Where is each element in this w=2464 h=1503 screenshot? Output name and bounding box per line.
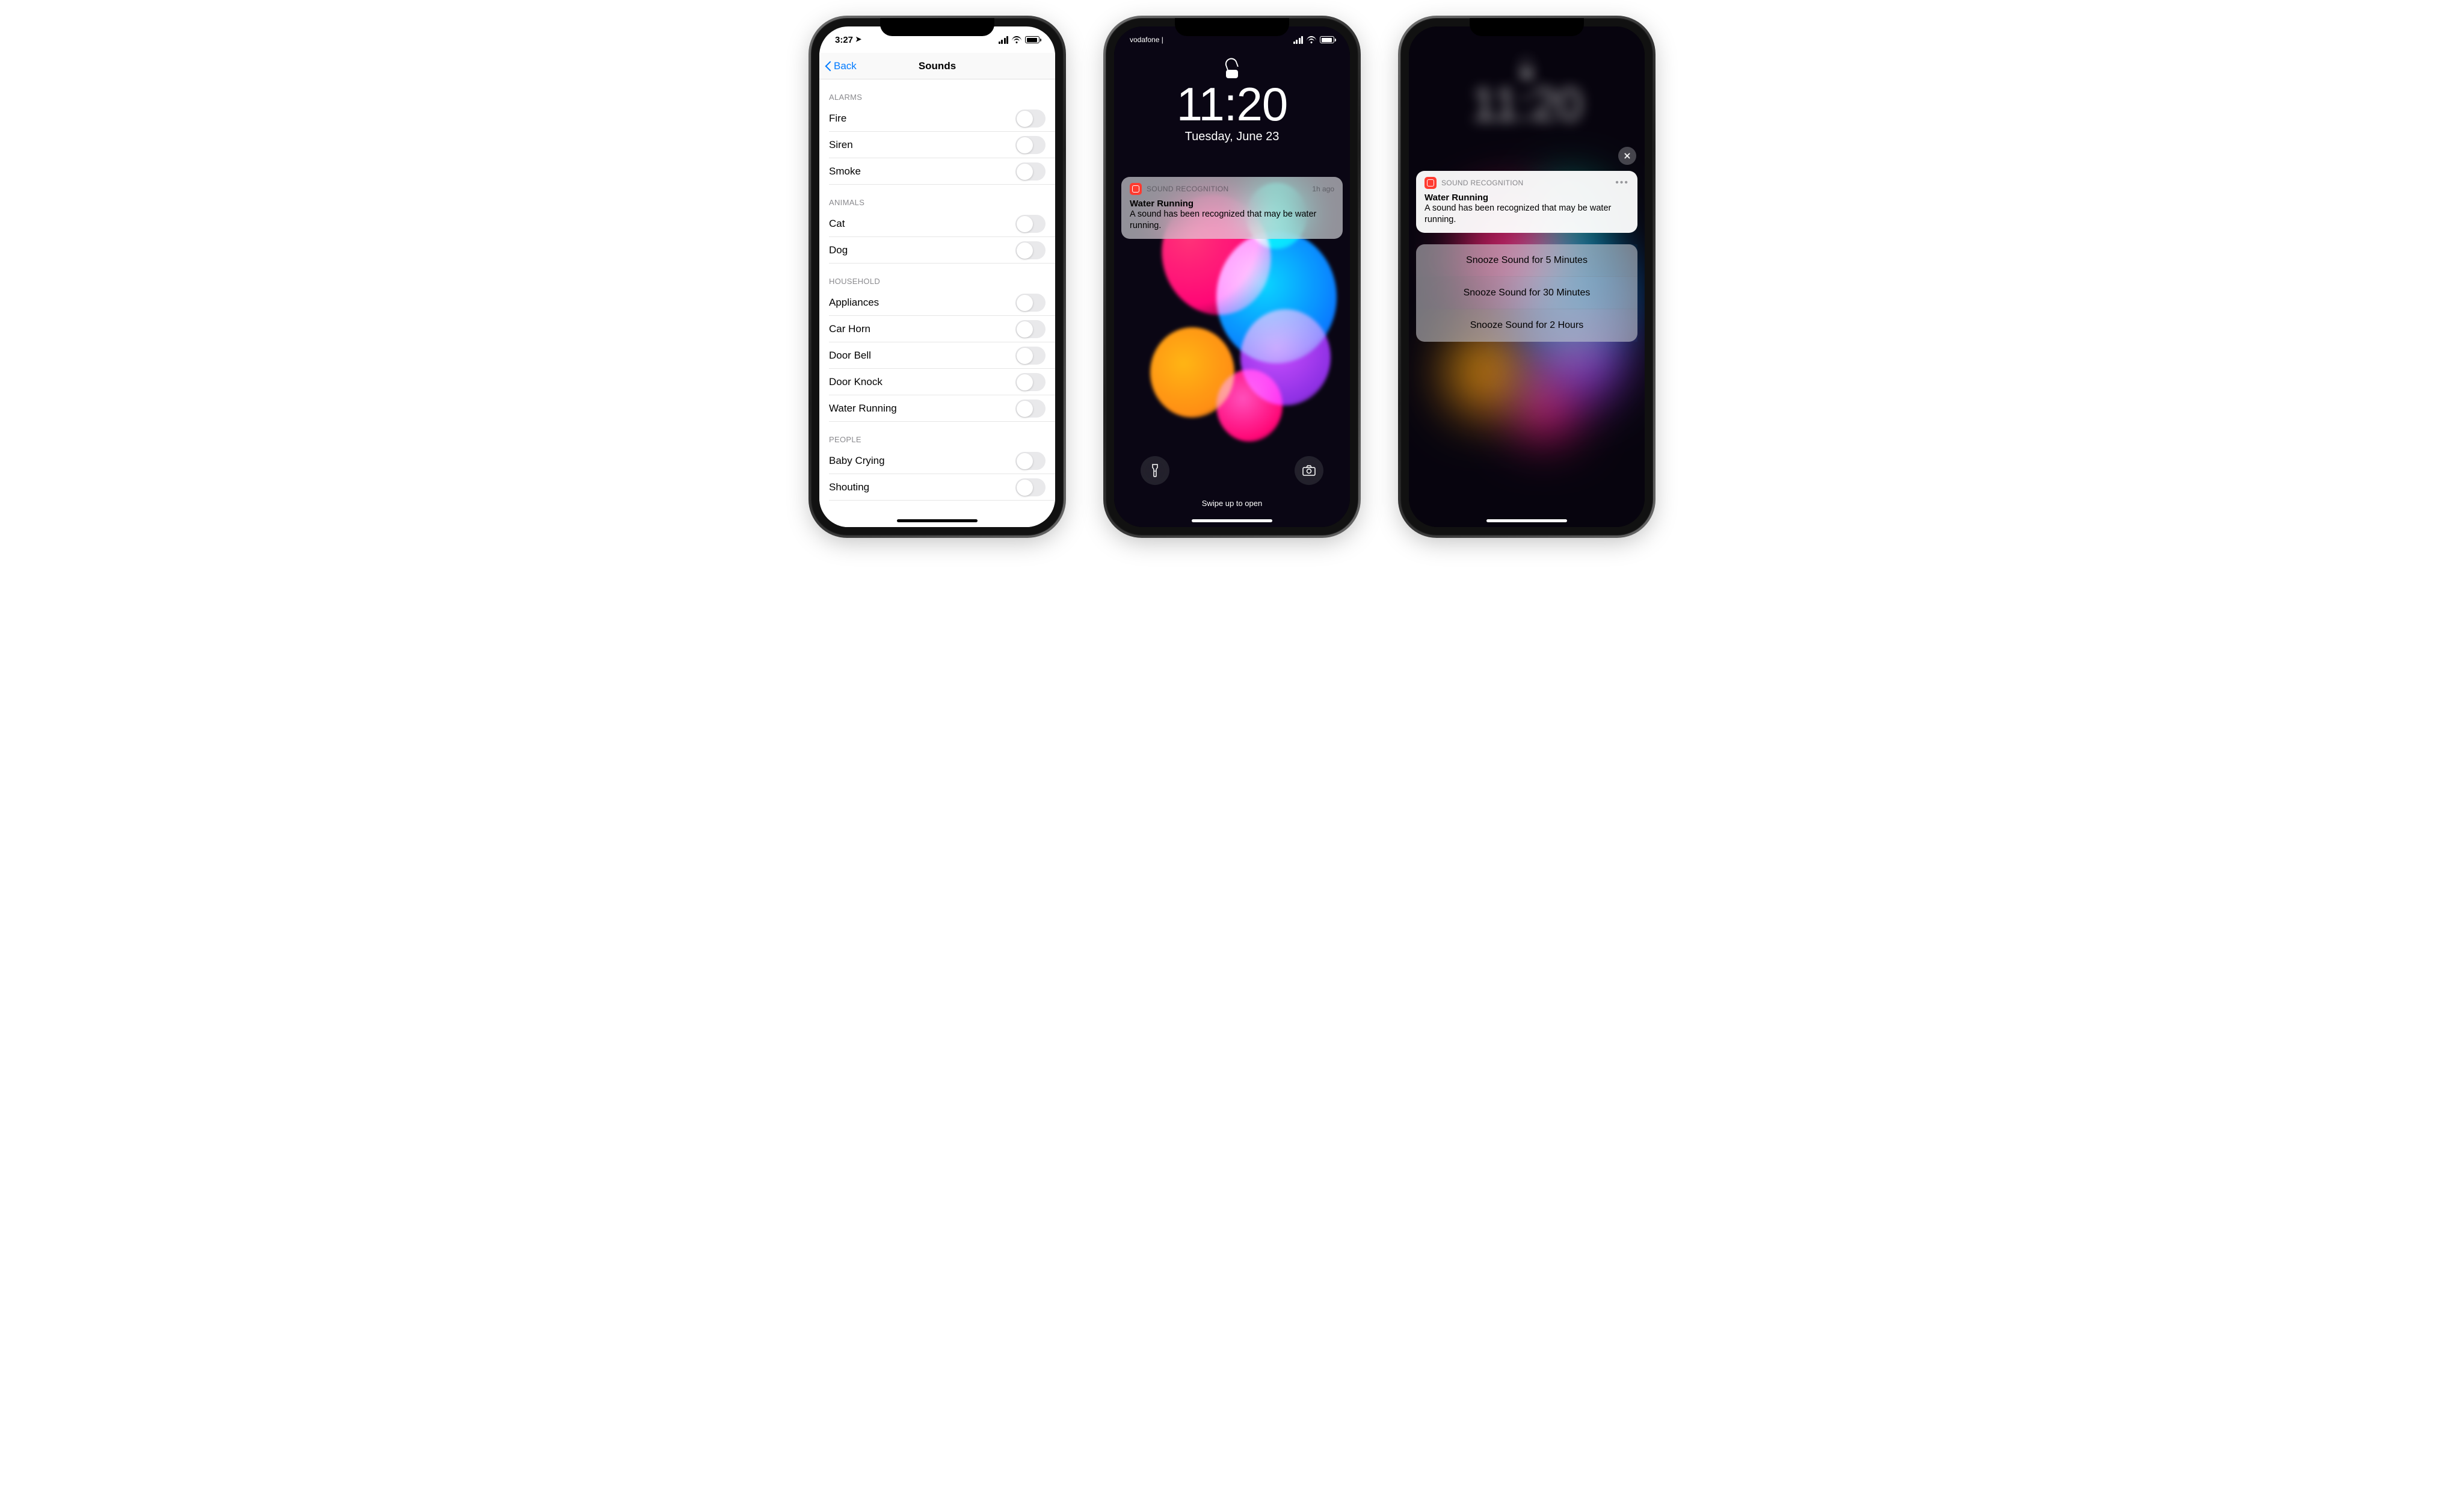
toggle-siren[interactable] [1015,136,1046,154]
action-label: Snooze Sound for 2 Hours [1470,320,1584,331]
notification-time: 1h ago [1312,185,1334,193]
row-label: Baby Crying [829,455,885,467]
row-label: Appliances [829,297,879,309]
cellular-icon [1293,36,1304,44]
toggle-water-running[interactable] [1015,400,1046,418]
notification-expanded[interactable]: SOUND RECOGNITION ••• Water Running A so… [1416,171,1637,233]
row-label: Shouting [829,481,869,493]
row-appliances[interactable]: Appliances [819,289,1055,316]
toggle-baby-crying[interactable] [1015,452,1046,470]
battery-icon [1025,36,1040,43]
notification-app-icon [1424,177,1437,189]
row-label: Car Horn [829,323,870,335]
location-icon: ➤ [855,35,861,43]
notification-body: A sound has been recognized that may be … [1424,203,1629,226]
notification[interactable]: SOUND RECOGNITION 1h ago Water Running A… [1121,177,1343,239]
notification-app-icon [1130,183,1142,195]
snooze-5-min-button[interactable]: Snooze Sound for 5 Minutes [1416,244,1637,277]
toggle-appliances[interactable] [1015,294,1046,312]
phone-frame-notification-expanded: 11:20 SOUND RECOGNITION ••• Water Runnin… [1400,18,1653,535]
notification-app-name: SOUND RECOGNITION [1441,179,1610,187]
toggle-car-horn[interactable] [1015,320,1046,338]
carrier-label: vodafone | [1130,35,1163,44]
section-header-people: PEOPLE [819,422,1055,448]
back-label: Back [834,60,857,72]
clock: 11:20 [1114,81,1350,128]
toggle-cat[interactable] [1015,215,1046,233]
flashlight-button[interactable] [1141,456,1169,485]
row-shouting[interactable]: Shouting [819,474,1055,501]
lock-header: 11:20 Tuesday, June 23 [1114,63,1350,144]
battery-icon [1320,36,1334,43]
toggle-dog[interactable] [1015,241,1046,259]
toggle-shouting[interactable] [1015,478,1046,496]
notification-title: Water Running [1130,199,1334,209]
section-header-household: HOUSEHOLD [819,264,1055,289]
wifi-icon [1012,36,1021,43]
section-header-animals: ANIMALS [819,185,1055,211]
more-icon[interactable]: ••• [1615,177,1629,188]
row-fire[interactable]: Fire [819,105,1055,132]
row-baby-crying[interactable]: Baby Crying [819,448,1055,474]
screen-lockscreen: vodafone | 11:20 Tuesday, June 23 SOUND … [1114,26,1350,527]
nav-bar: Back Sounds [819,53,1055,79]
home-indicator[interactable] [1192,519,1272,522]
screen-notification-expanded: 11:20 SOUND RECOGNITION ••• Water Runnin… [1409,26,1645,527]
screen-settings: 3:27 ➤ Back Sounds ALARMS Fire Siren Smo… [819,26,1055,527]
wifi-icon [1307,36,1316,43]
row-siren[interactable]: Siren [819,132,1055,158]
sounds-list[interactable]: ALARMS Fire Siren Smoke ANIMALS Cat Dog … [819,79,1055,527]
notification-body: A sound has been recognized that may be … [1130,209,1334,232]
notch [1470,18,1584,36]
row-dog[interactable]: Dog [819,237,1055,264]
notification-actions: Snooze Sound for 5 Minutes Snooze Sound … [1416,244,1637,342]
chevron-left-icon [825,60,833,72]
snooze-30-min-button[interactable]: Snooze Sound for 30 Minutes [1416,277,1637,309]
notification-title: Water Running [1424,193,1629,203]
row-label: Fire [829,113,846,125]
row-label: Cat [829,218,845,230]
notch [880,18,994,36]
row-door-knock[interactable]: Door Knock [819,369,1055,395]
home-indicator[interactable] [897,519,978,522]
back-button[interactable]: Back [825,60,857,72]
toggle-door-bell[interactable] [1015,347,1046,365]
row-label: Smoke [829,165,861,177]
row-door-bell[interactable]: Door Bell [819,342,1055,369]
action-label: Snooze Sound for 30 Minutes [1464,288,1591,298]
camera-button[interactable] [1295,456,1323,485]
row-label: Door Knock [829,376,882,388]
snooze-2-hours-button[interactable]: Snooze Sound for 2 Hours [1416,309,1637,342]
row-cat[interactable]: Cat [819,211,1055,237]
row-label: Water Running [829,403,897,415]
row-label: Door Bell [829,350,871,362]
phone-frame-lockscreen: vodafone | 11:20 Tuesday, June 23 SOUND … [1106,18,1358,535]
toggle-door-knock[interactable] [1015,373,1046,391]
row-label: Dog [829,244,848,256]
row-smoke[interactable]: Smoke [819,158,1055,185]
home-indicator[interactable] [1486,519,1567,522]
nav-title: Sounds [919,60,956,72]
notification-app-name: SOUND RECOGNITION [1147,185,1307,193]
swipe-hint: Swipe up to open [1114,499,1350,508]
lock-icon [1226,63,1238,78]
status-time: 3:27 [835,35,853,45]
phone-frame-settings: 3:27 ➤ Back Sounds ALARMS Fire Siren Smo… [811,18,1064,535]
row-water-running[interactable]: Water Running [819,395,1055,422]
lock-header-blurred: 11:20 [1409,63,1645,128]
row-car-horn[interactable]: Car Horn [819,316,1055,342]
section-header-alarms: ALARMS [819,79,1055,105]
cellular-icon [999,36,1009,44]
date: Tuesday, June 23 [1114,130,1350,144]
action-label: Snooze Sound for 5 Minutes [1466,255,1588,266]
toggle-smoke[interactable] [1015,162,1046,181]
notch [1175,18,1289,36]
toggle-fire[interactable] [1015,110,1046,128]
close-button[interactable] [1618,147,1636,165]
row-label: Siren [829,139,853,151]
lockscreen-controls [1114,456,1350,485]
